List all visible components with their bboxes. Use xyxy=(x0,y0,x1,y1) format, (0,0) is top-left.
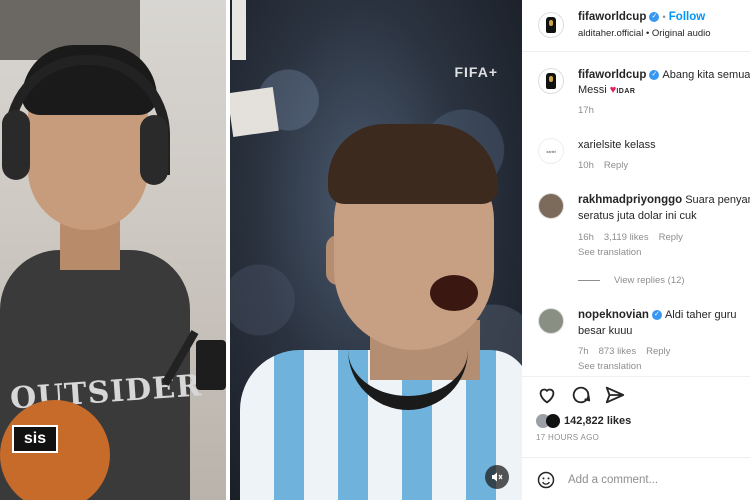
liker-avatar xyxy=(546,414,560,428)
headphone-cup-left xyxy=(2,110,30,180)
header-title-row: fifaworldcup ✓ • Follow xyxy=(578,11,705,23)
comment-line-2: besar kuuu xyxy=(578,325,633,337)
caption-line-2: Messi ♥IDAR xyxy=(578,84,635,96)
caption-text-2: Messi xyxy=(578,84,607,96)
caption-line-1: fifaworldcup ✓ Abang kita semua xyxy=(578,69,750,81)
comment-line-2: seratus juta dolar ini cuk xyxy=(578,210,697,222)
paper-scrap xyxy=(230,87,280,137)
emoji-icon[interactable] xyxy=(536,470,556,490)
view-replies-label: View replies (12) xyxy=(614,275,685,286)
guitar-sticker: sis xyxy=(12,425,58,453)
comment-username[interactable]: nopeknovian xyxy=(578,309,649,321)
comments-panel: fifaworldcup ✓ • Follow alditaher.official… xyxy=(522,0,750,500)
headphone-cup-right xyxy=(140,115,168,185)
comment-username[interactable]: xarielsite xyxy=(578,139,621,151)
add-comment-input[interactable]: Add a comment... xyxy=(568,474,658,486)
reply-button[interactable]: Reply xyxy=(659,232,683,243)
fifa-plus-icon: + xyxy=(488,64,498,80)
microphone xyxy=(196,340,226,390)
comment-text: Aldi taher guru xyxy=(664,309,737,321)
send-icon[interactable] xyxy=(604,384,626,406)
actions-divider xyxy=(522,376,750,377)
instagram-post-view: OUTSIDER sis FIFA+ fifaworldcup ✓ • Foll… xyxy=(0,0,750,500)
comment-line-1: nopeknovian ✓ Aldi taher guru xyxy=(578,309,736,321)
avatar-text-icon: xariel xyxy=(546,148,556,154)
posted-ago: 17 HOURS AGO xyxy=(536,433,600,442)
caption-text: Abang kita semua xyxy=(662,69,750,81)
video-right-panel: FIFA+ xyxy=(230,0,522,500)
comment-username[interactable]: rakhmadpriyonggo xyxy=(578,194,682,206)
view-replies-button[interactable]: View replies (12) xyxy=(578,275,685,286)
comment-meta: 7h 873 likes Reply xyxy=(578,346,670,357)
avatar[interactable] xyxy=(538,12,564,38)
comment-time: 7h xyxy=(578,346,589,357)
video-left-panel: OUTSIDER sis xyxy=(0,0,227,500)
see-translation-link[interactable]: See translation xyxy=(578,361,641,372)
post-header: fifaworldcup ✓ • Follow alditaher.official… xyxy=(522,0,750,52)
comment-likes[interactable]: 873 likes xyxy=(599,346,637,357)
comment-avatar[interactable] xyxy=(538,308,564,334)
comment-text: Suara penyanyi xyxy=(685,194,750,206)
comment-likes[interactable]: 3,119 likes xyxy=(604,232,649,243)
heart-icon[interactable] xyxy=(536,384,558,406)
audio-line[interactable]: alditaher.official • Original audio xyxy=(578,28,711,39)
verified-badge-icon: ✓ xyxy=(649,70,660,81)
emoji-label: IDAR xyxy=(616,88,636,95)
dash-divider xyxy=(578,279,600,281)
add-comment-bar: Add a comment... xyxy=(522,457,750,500)
separator-dot: • xyxy=(662,12,666,23)
follow-button[interactable]: Follow xyxy=(669,11,705,23)
comment-text: kelass xyxy=(624,139,656,151)
trophy-icon xyxy=(546,73,556,89)
reply-button[interactable]: Reply xyxy=(646,346,670,357)
comment-line-1: xarielsite kelass xyxy=(578,139,656,151)
caption-avatar[interactable] xyxy=(538,68,564,94)
verified-badge-icon: ✓ xyxy=(649,12,660,23)
comment-avatar[interactable] xyxy=(538,193,564,219)
header-username[interactable]: fifaworldcup xyxy=(578,11,646,23)
comment-meta: 10h Reply xyxy=(578,160,628,171)
comment-time: 16h xyxy=(578,232,594,243)
comment-avatar[interactable]: xariel xyxy=(538,138,564,164)
fifa-watermark-text: FIFA xyxy=(454,64,489,80)
speaker-muted-icon xyxy=(492,472,503,482)
likes-row: 142,822 likes xyxy=(536,414,631,428)
comment-line-1: rakhmadpriyonggo Suara penyanyi xyxy=(578,194,750,206)
comment-meta: 16h 3,119 likes Reply xyxy=(578,232,683,243)
post-video[interactable]: OUTSIDER sis FIFA+ xyxy=(0,0,522,500)
caption-username[interactable]: fifaworldcup xyxy=(578,69,646,81)
comment-icon[interactable] xyxy=(570,384,592,406)
comment-time: 10h xyxy=(578,160,594,171)
caption-time: 17h xyxy=(578,105,594,116)
see-translation-link[interactable]: See translation xyxy=(578,247,641,258)
trophy-icon xyxy=(546,17,556,33)
likes-count[interactable]: 142,822 likes xyxy=(564,415,631,427)
paper-scrap xyxy=(232,0,247,60)
verified-badge-icon: ✓ xyxy=(651,310,662,321)
reply-button[interactable]: Reply xyxy=(604,160,628,171)
fifa-watermark: FIFA+ xyxy=(454,64,498,80)
player-mouth xyxy=(430,275,479,311)
